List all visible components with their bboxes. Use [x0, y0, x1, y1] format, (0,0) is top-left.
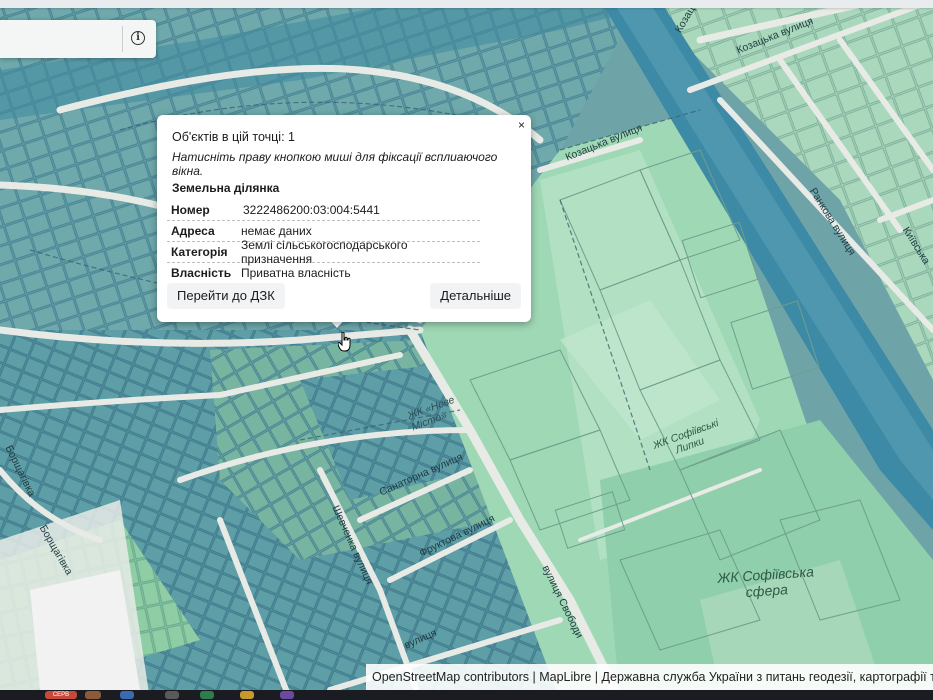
attr-row-number: Номер 3222486200:03:004:5441: [167, 200, 480, 221]
attr-row-ownership: Власність Приватна власність: [167, 263, 480, 283]
parcel-info-popup: × Об'єктів в цій точці: 1 Натисніть прав…: [157, 115, 531, 322]
search-panel-divider: [122, 26, 123, 52]
browser-top-edge: [0, 0, 933, 8]
details-button[interactable]: Детальніше: [430, 283, 521, 309]
taskbar-app-icon[interactable]: [120, 691, 134, 699]
attr-row-category: Категорія Землі сільськогосподарського п…: [167, 238, 480, 266]
taskbar-badge-label: СЕРВ: [52, 692, 70, 698]
attr-key: Власність: [171, 266, 232, 280]
cadastral-map[interactable]: Козацька вулиця Козацька вулиця Козацька…: [0, 0, 933, 700]
taskbar-app-icon[interactable]: [165, 691, 179, 699]
attr-key: Категорія: [171, 245, 228, 259]
attr-value-category: Землі сільськогосподарського призначення: [241, 238, 408, 266]
go-to-dzk-button[interactable]: Перейти до ДЗК: [167, 283, 285, 309]
taskbar-badge[interactable]: СЕРВ: [45, 691, 77, 699]
hand-cursor-icon: [337, 331, 352, 357]
attr-key: Адреса: [171, 224, 215, 238]
parcel-attributes-table: Номер 3222486200:03:004:5441 Адреса нема…: [167, 200, 480, 283]
attr-value-address: немає даних: [241, 224, 312, 238]
taskbar-app-icon[interactable]: [240, 691, 254, 699]
popup-hint: Натисніть праву кнопкою миші для фіксаці…: [172, 150, 498, 178]
popup-close-button[interactable]: ×: [518, 119, 525, 131]
attr-value-cadastral-number: 3222486200:03:004:5441: [243, 203, 380, 217]
info-icon[interactable]: i: [131, 31, 145, 45]
taskbar-app-icon[interactable]: [280, 691, 294, 699]
popup-object-type: Земельна ділянка: [172, 181, 280, 195]
os-taskbar: СЕРВ: [0, 690, 933, 700]
attr-key: Номер: [171, 203, 210, 217]
attr-value-ownership: Приватна власність: [241, 266, 351, 280]
place-label-zhk-sfera: ЖК Софіївська сфера: [717, 563, 816, 602]
popup-object-count: Об'єктів в цій точці: 1: [172, 130, 295, 144]
taskbar-app-icon[interactable]: [85, 691, 101, 699]
taskbar-app-icon[interactable]: [200, 691, 214, 699]
map-attribution[interactable]: OpenStreetMap contributors | MapLibre | …: [366, 664, 933, 690]
